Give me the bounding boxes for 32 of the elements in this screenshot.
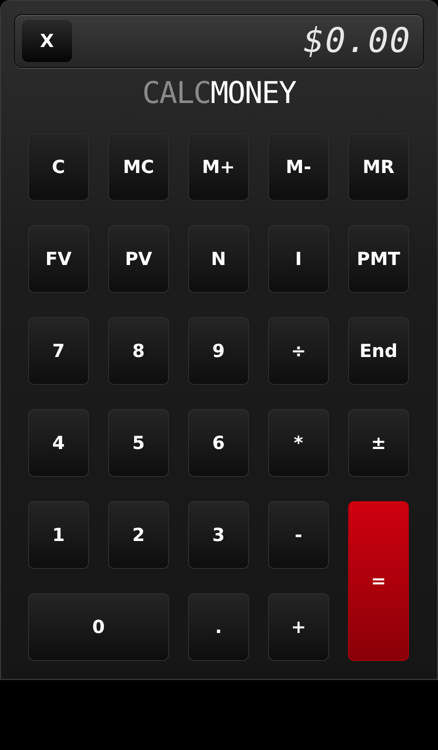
equals-key[interactable]: = (348, 501, 409, 661)
calculator-key[interactable]: - (268, 501, 329, 569)
calculator-key[interactable]: N (188, 225, 249, 293)
calculator-key[interactable]: 4 (28, 409, 89, 477)
calculator-key[interactable]: M+ (188, 133, 249, 201)
close-button[interactable]: X (22, 20, 72, 62)
calculator-key[interactable]: 1 (28, 501, 89, 569)
calculator-key[interactable]: MC (108, 133, 169, 201)
calculator-key[interactable]: ± (348, 409, 409, 477)
calculator-key[interactable]: 3 (188, 501, 249, 569)
calculator-key[interactable]: M- (268, 133, 329, 201)
calculator-key[interactable]: 7 (28, 317, 89, 385)
display-value: $0.00 (304, 21, 411, 61)
calculator-key[interactable]: 6 (188, 409, 249, 477)
calculator-key[interactable]: 5 (108, 409, 169, 477)
calculator-key[interactable]: I (268, 225, 329, 293)
logo-text: MONEY (210, 76, 296, 110)
calculator-key[interactable]: ÷ (268, 317, 329, 385)
calculator-key[interactable]: End (348, 317, 409, 385)
calculator-key[interactable]: . (188, 593, 249, 661)
calculator-key[interactable]: 2 (108, 501, 169, 569)
calculator-key[interactable]: FV (28, 225, 89, 293)
calculator-key[interactable]: + (268, 593, 329, 661)
calculator-key[interactable]: MR (348, 133, 409, 201)
calculator-key[interactable]: 0 (28, 593, 169, 661)
calculator-key[interactable]: C (28, 133, 89, 201)
logo-text: CALC (142, 76, 210, 110)
calculator-key[interactable]: * (268, 409, 329, 477)
calculator-key[interactable]: PV (108, 225, 169, 293)
calculator-key[interactable]: 9 (188, 317, 249, 385)
calculator-key[interactable]: 8 (108, 317, 169, 385)
calculator-key[interactable]: PMT (348, 225, 409, 293)
